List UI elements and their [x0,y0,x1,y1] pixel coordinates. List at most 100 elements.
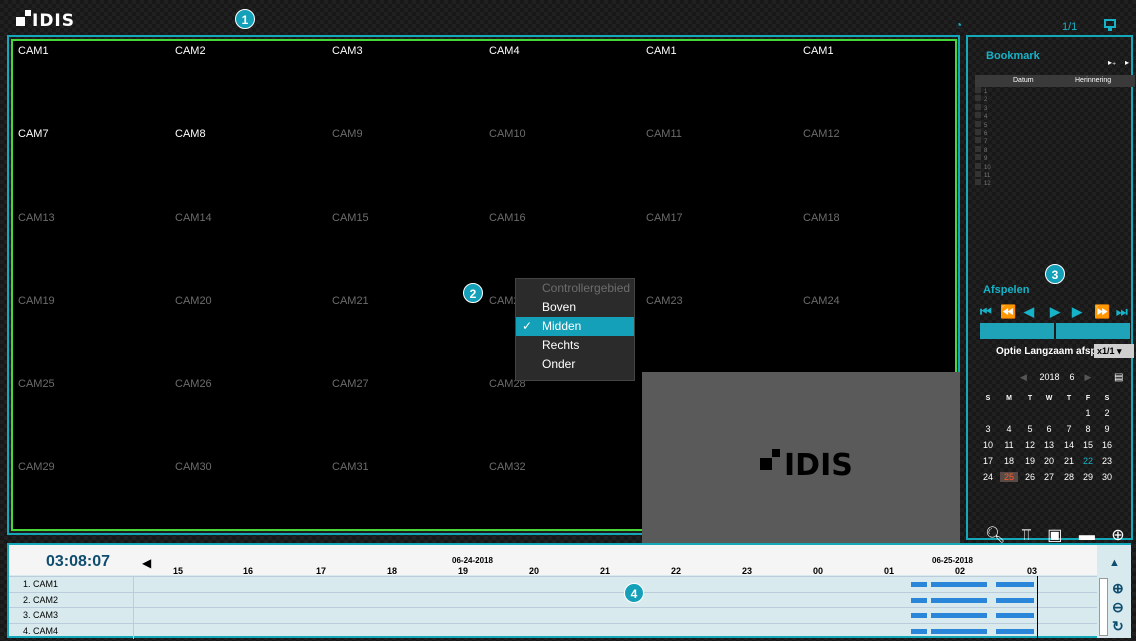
recording-segment[interactable] [931,613,987,618]
recording-segment[interactable] [931,628,987,634]
recording-segment[interactable] [996,597,1034,603]
bookmark-edit-icon[interactable]: ▸ [1125,58,1129,67]
camera-tile-label[interactable]: CAM24 [803,295,840,307]
recording-segment[interactable] [911,582,927,587]
camera-tile-label[interactable]: CAM13 [18,212,55,224]
monitor-icon[interactable] [1104,19,1116,31]
calendar-day[interactable]: 17 [979,456,997,466]
calendar-day[interactable]: 9 [1098,424,1116,434]
camera-tile-label[interactable]: CAM32 [489,461,526,473]
calendar-day[interactable]: 22 [1079,456,1097,466]
filter-icon[interactable]: ⫪ [1022,527,1031,544]
bookmark-checkbox[interactable] [975,120,981,127]
zoom-icon[interactable]: ⊕ [1111,527,1124,544]
timeline-row[interactable]: 4. CAM4 [9,622,1097,639]
bookmark-checkbox[interactable] [975,129,981,135]
bookmark-checkbox[interactable] [975,112,981,119]
bookmark-checkbox[interactable] [975,87,981,93]
search-icon[interactable]: 🔍︎ [985,527,1005,544]
calendar-day[interactable]: 11 [1000,440,1018,450]
camera-tile-label[interactable]: CAM17 [646,212,683,224]
recording-segment[interactable] [996,582,1034,587]
timeline-row[interactable]: 1. CAM1 [9,576,1097,592]
calendar-day[interactable]: 26 [1021,472,1039,482]
calendar-day[interactable]: 20 [1040,456,1058,466]
camera-tile-label[interactable]: CAM9 [332,128,363,140]
calendar-day[interactable]: 4 [1000,424,1018,434]
menu-item-boven[interactable]: Boven [516,298,634,317]
calendar-day[interactable]: 7 [1060,424,1078,434]
camera-tile-label[interactable]: CAM10 [489,128,526,140]
zoom-in-icon[interactable]: ⊕ [1112,580,1124,597]
camera-tile-label[interactable]: CAM29 [18,461,55,473]
bookmark-checkbox[interactable] [975,154,981,161]
calendar-day[interactable]: 18 [1000,456,1018,466]
bookmark-checkbox[interactable] [975,162,981,169]
zoom-out-icon[interactable]: ⊖ [1112,599,1124,616]
snapshot-icon[interactable]: ▣ [1047,527,1062,544]
camera-tile-label[interactable]: CAM30 [175,461,212,473]
calendar-day[interactable]: 10 [979,440,997,450]
camera-tile-label[interactable]: CAM18 [803,212,840,224]
camera-tile-label[interactable]: CAM1 [646,45,677,57]
recording-segment[interactable] [931,582,987,587]
camera-tile-label[interactable]: CAM11 [646,128,682,140]
calendar-day[interactable]: 19 [1021,456,1039,466]
step-back-icon[interactable]: ◀ [1024,304,1034,320]
camera-tile-label[interactable]: CAM26 [175,378,212,390]
camera-tile-label[interactable]: CAM14 [175,212,212,224]
menu-item-rechts[interactable]: Rechts [516,336,634,355]
calendar-day[interactable]: 28 [1060,472,1078,482]
calendar-day[interactable]: 29 [1079,472,1097,482]
step-forward-icon[interactable]: ▶ [1072,304,1082,320]
skip-end-icon[interactable]: ⏭ [1116,304,1128,320]
camera-tile-label[interactable]: CAM16 [489,212,526,224]
camera-tile-label[interactable]: CAM19 [18,295,55,307]
controller-area-menu[interactable]: Controllergebied Boven ✓ Midden Rechts On… [515,278,635,381]
camera-tile-label[interactable]: CAM23 [646,295,683,307]
bookmark-add-icon[interactable]: ▸₊ [1108,58,1116,67]
timeline-prev-icon[interactable]: ◀ [142,556,151,570]
camera-tile-label[interactable]: CAM20 [175,295,212,307]
calendar-day[interactable]: 13 [1040,440,1058,450]
playback-speed-bar[interactable] [980,323,1130,339]
next-month-icon[interactable]: ▶ [1085,372,1092,382]
bookmark-checkbox[interactable] [975,179,981,186]
camera-tile-label[interactable]: CAM21 [332,295,369,307]
calendar-day[interactable]: 1 [1079,408,1097,418]
calendar-day[interactable]: 5 [1021,424,1039,434]
calendar-export-icon[interactable]: ▤ [1114,372,1123,383]
calendar-day[interactable]: 24 [979,472,997,482]
recording-segment[interactable] [911,597,927,603]
calendar-day[interactable]: 30 [1098,472,1116,482]
recording-segment[interactable] [911,628,927,634]
bookmark-checkbox[interactable] [975,95,981,102]
timeline-cursor[interactable] [1037,576,1038,638]
fast-forward-icon[interactable]: ⏩ [1094,304,1110,320]
recording-segment[interactable] [996,628,1034,634]
bookmark-checkbox[interactable] [975,171,981,177]
timeline-row[interactable]: 3. CAM3 [9,607,1097,623]
menu-item-midden[interactable]: ✓ Midden [516,317,634,336]
bookmark-checkbox[interactable] [975,103,981,110]
recording-segment[interactable] [931,597,987,603]
camera-tile-label[interactable]: CAM27 [332,378,369,390]
refresh-icon[interactable]: ↻ [1112,618,1124,635]
collapse-up-icon[interactable]: ▲ [1109,557,1120,569]
calendar-day[interactable]: 2 [1098,408,1116,418]
bookmark-checkbox[interactable] [975,145,981,152]
calendar-day[interactable]: 16 [1098,440,1116,450]
calendar-day[interactable]: 8 [1079,424,1097,434]
play-icon[interactable]: ▶ [1050,304,1060,320]
camera-tile-label[interactable]: CAM4 [489,45,520,57]
calendar-day[interactable]: 15 [1079,440,1097,450]
timeline-scrollbar[interactable] [1099,578,1108,636]
camera-tile-label[interactable]: CAM2 [175,45,206,57]
bookmark-checkbox[interactable] [975,137,981,144]
timeline-row[interactable]: 2. CAM2 [9,591,1097,608]
camera-tile-label[interactable]: CAM15 [332,212,369,224]
camera-tile-label[interactable]: CAM12 [803,128,840,140]
prev-month-icon[interactable]: ◀ [1020,372,1027,382]
calendar-day[interactable]: 27 [1040,472,1058,482]
menu-item-onder[interactable]: Onder [516,355,634,374]
